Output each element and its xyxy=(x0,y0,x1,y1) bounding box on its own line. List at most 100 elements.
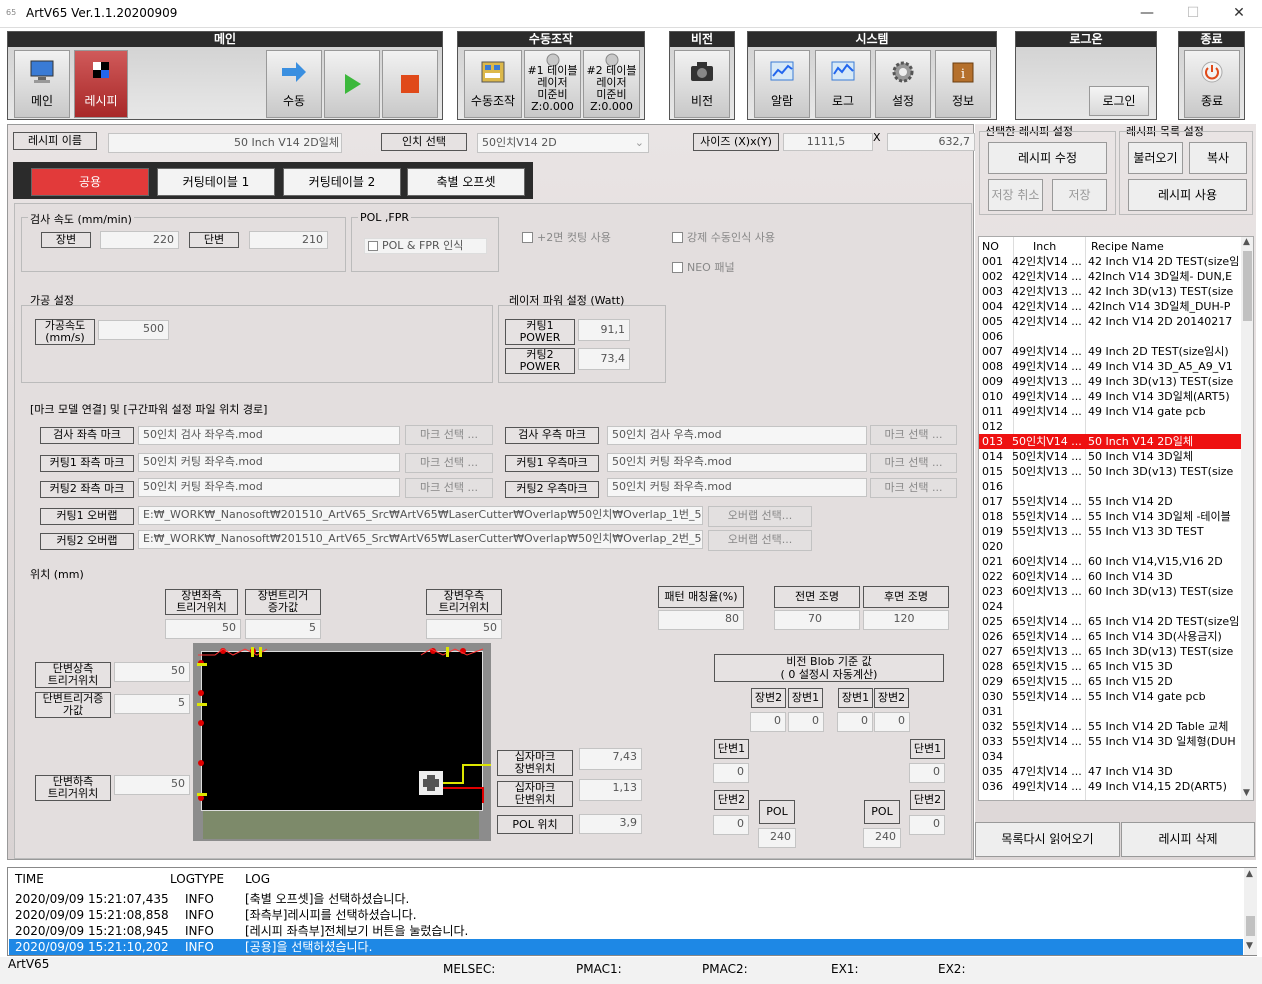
cut2-left-mark-select-button[interactable]: 마크 선택 ... xyxy=(405,478,493,498)
table1-laser-button[interactable]: #1 테이블 레이저 미준비 Z:0.000 xyxy=(524,50,581,118)
recipe-row[interactable]: 035 47인치V14 ... 47 Inch V14 3D xyxy=(979,764,1241,779)
size-y-input[interactable]: 632,7 xyxy=(887,133,975,151)
recipe-row[interactable]: 031 xyxy=(979,704,1241,719)
exit-button[interactable]: 종료 xyxy=(1184,50,1240,118)
log-row[interactable]: 2020/09/09 15:21:08,945 INFO [레시피 좌측부]전체보기… xyxy=(9,923,1243,939)
recipe-row[interactable]: 025 65인치V14 ... 65 Inch V14 2D TEST(size임 xyxy=(979,614,1241,629)
short-bottom-trigger-input[interactable]: 50 xyxy=(114,775,190,795)
recipe-row[interactable]: 028 65인치V15 ... 65 Inch V15 3D xyxy=(979,659,1241,674)
inch-select-dropdown[interactable]: 50인치V14 2D ⌄ xyxy=(477,133,649,153)
start-button[interactable] xyxy=(324,50,380,118)
long-right-trigger-input[interactable]: 50 xyxy=(426,619,502,639)
cut2-right-mark-select-button[interactable]: 마크 선택 ... xyxy=(870,478,957,498)
pattern-match-input[interactable]: 80 xyxy=(658,610,744,630)
scroll-up-icon[interactable]: ▲ xyxy=(1246,869,1253,879)
recipe-list-scrollbar[interactable]: ▲ ▼ xyxy=(1241,237,1253,800)
recipe-row[interactable]: 036 49인치V14 ... 49 Inch V14,15 2D(ART5) xyxy=(979,779,1241,794)
copy-button[interactable]: 복사 xyxy=(1189,142,1247,174)
column-header-recipe-name[interactable]: Recipe Name xyxy=(1091,239,1164,254)
recipe-row[interactable]: 012 xyxy=(979,419,1241,434)
long-trigger-inc-input[interactable]: 5 xyxy=(245,619,321,639)
column-header-no[interactable]: NO xyxy=(982,239,999,254)
blob-pol-b-input[interactable]: 240 xyxy=(863,828,901,848)
log-row[interactable]: 2020/09/09 15:21:10,202 INFO [공용]을 선택하셨습니다… xyxy=(9,939,1243,955)
close-button[interactable]: ✕ xyxy=(1216,0,1262,28)
recipe-row[interactable]: 009 49인치V13 ... 49 Inch 3D(v13) TEST(size xyxy=(979,374,1241,389)
recipe-edit-button[interactable]: 레시피 수정 xyxy=(988,142,1107,174)
cut2-left-mark-input[interactable]: 50인치 커팅 좌우측.mod xyxy=(138,478,400,497)
cut1-right-mark-input[interactable]: 50인치 커팅 좌우측.mod xyxy=(607,453,867,472)
log-header-type[interactable]: LOGTYPE xyxy=(170,871,224,887)
scroll-up-icon[interactable]: ▲ xyxy=(1243,237,1250,247)
blob-short2-b-input[interactable]: 0 xyxy=(909,815,945,835)
vision-button[interactable]: 비전 xyxy=(674,50,730,118)
scroll-down-icon[interactable]: ▼ xyxy=(1246,941,1253,951)
recipe-row[interactable]: 014 50인치V14 ... 50 Inch V14 3D일체 xyxy=(979,449,1241,464)
recipe-row[interactable]: 022 60인치V14 ... 60 Inch V14 3D xyxy=(979,569,1241,584)
save-button[interactable]: 저장 xyxy=(1052,179,1107,211)
column-header-inch[interactable]: Inch xyxy=(1033,239,1056,254)
blob-pol-input[interactable]: 240 xyxy=(758,828,796,848)
log-button[interactable]: 로그 xyxy=(815,50,871,118)
scroll-thumb[interactable] xyxy=(1246,916,1255,936)
recipe-row[interactable]: 019 55인치V13 ... 55 Inch V13 3D TEST xyxy=(979,524,1241,539)
maximize-button[interactable]: ☐ xyxy=(1170,0,1216,28)
tab-cutting-table-1[interactable]: 커팅테이블 1 xyxy=(157,168,275,196)
front-light-input[interactable]: 70 xyxy=(774,610,860,630)
log-header-time[interactable]: TIME xyxy=(15,871,44,887)
long-left-trigger-input[interactable]: 50 xyxy=(165,619,241,639)
log-row[interactable]: 2020/09/09 15:21:07,435 INFO [축별 오프셋]을 선택하… xyxy=(9,891,1243,907)
recipe-row[interactable]: 033 55인치V14 ... 55 Inch V14 3D 일체형(DUH xyxy=(979,734,1241,749)
recipe-row[interactable]: 008 49인치V14 ... 49 Inch V14 3D_A5_A9_V1 xyxy=(979,359,1241,374)
login-button[interactable]: 로그인 xyxy=(1089,86,1149,116)
scroll-down-icon[interactable]: ▼ xyxy=(1243,788,1250,798)
cut2-power-input[interactable]: 73,4 xyxy=(578,348,630,370)
blob-short1-input[interactable]: 0 xyxy=(713,763,749,783)
recipe-row[interactable]: 002 42인치V14 ... 42Inch V14 3D일체- DUN,E xyxy=(979,269,1241,284)
load-button[interactable]: 불러오기 xyxy=(1128,142,1183,174)
insp-right-mark-select-button[interactable]: 마크 선택 ... xyxy=(870,425,957,445)
alarm-button[interactable]: 알람 xyxy=(754,50,810,118)
recipe-row[interactable]: 016 xyxy=(979,479,1241,494)
recipe-row[interactable]: 029 65인치V15 ... 65 Inch V15 2D xyxy=(979,674,1241,689)
tab-axis-offset[interactable]: 축별 오프셋 xyxy=(407,168,525,196)
cut1-overlap-select-button[interactable]: 오버랩 선택... xyxy=(708,506,812,527)
recipe-button[interactable]: 레시피 xyxy=(74,50,128,118)
short-top-trigger-input[interactable]: 50 xyxy=(114,662,190,682)
recipe-name-input[interactable]: 50 Inch V14 2D일체 xyxy=(108,133,342,153)
recipe-row[interactable]: 023 60인치V13 ... 60 Inch 3D(v13) TEST(size xyxy=(979,584,1241,599)
delete-recipe-button[interactable]: 레시피 삭제 xyxy=(1121,822,1255,857)
short-side-speed-input[interactable]: 210 xyxy=(249,231,328,249)
recipe-row[interactable]: 030 55인치V14 ... 55 Inch V14 gate pcb xyxy=(979,689,1241,704)
recipe-row[interactable]: 011 49인치V14 ... 49 Inch V14 gate pcb xyxy=(979,404,1241,419)
table2-laser-button[interactable]: #2 테이블 레이저 미준비 Z:0.000 xyxy=(583,50,640,118)
blob-long1-input[interactable]: 0 xyxy=(788,712,824,732)
cut1-left-mark-input[interactable]: 50인치 커팅 좌우측.mod xyxy=(138,453,400,472)
cut2-overlap-select-button[interactable]: 오버랩 선택... xyxy=(708,530,812,551)
recipe-row[interactable]: 034 xyxy=(979,749,1241,764)
settings-button[interactable]: 설정 xyxy=(875,50,931,118)
recipe-row[interactable]: 003 42인치V13 ... 42 Inch 3D(v13) TEST(size xyxy=(979,284,1241,299)
tab-cutting-table-2[interactable]: 커팅테이블 2 xyxy=(283,168,401,196)
neo-panel-checkbox[interactable]: NEO 패널 xyxy=(672,259,735,275)
reload-list-button[interactable]: 목록다시 읽어오기 xyxy=(975,822,1120,857)
log-header-log[interactable]: LOG xyxy=(245,871,270,887)
cross-mark-long-input[interactable]: 7,43 xyxy=(579,748,642,770)
pol-position-input[interactable]: 3,9 xyxy=(579,814,642,834)
cut2-right-mark-input[interactable]: 50인치 커팅 좌우측.mod xyxy=(607,478,867,497)
main-button[interactable]: 메인 xyxy=(14,50,70,118)
cut1-right-mark-select-button[interactable]: 마크 선택 ... xyxy=(870,453,957,473)
stop-button[interactable] xyxy=(382,50,438,118)
recipe-row[interactable]: 005 42인치V14 ... 42 Inch V14 2D 20140217 xyxy=(979,314,1241,329)
recipe-row[interactable]: 018 55인치V14 ... 55 Inch V14 3D일체 -테이블 xyxy=(979,509,1241,524)
short-trigger-inc-input[interactable]: 5 xyxy=(114,694,190,714)
size-x-input[interactable]: 1111,5 xyxy=(783,133,873,151)
recipe-row[interactable]: 004 42인치V14 ... 42Inch V14 3D일체_DUH-P xyxy=(979,299,1241,314)
recipe-row[interactable]: 026 65인치V14 ... 65 Inch V14 3D(사용금지) xyxy=(979,629,1241,644)
recipe-row[interactable]: 021 60인치V14 ... 60 Inch V14,V15,V16 2D xyxy=(979,554,1241,569)
recipe-row[interactable]: 020 xyxy=(979,539,1241,554)
machining-speed-input[interactable]: 500 xyxy=(98,320,169,340)
insp-left-mark-select-button[interactable]: 마크 선택 ... xyxy=(405,425,493,445)
recipe-row[interactable]: 024 xyxy=(979,599,1241,614)
long-side-speed-input[interactable]: 220 xyxy=(100,231,179,249)
